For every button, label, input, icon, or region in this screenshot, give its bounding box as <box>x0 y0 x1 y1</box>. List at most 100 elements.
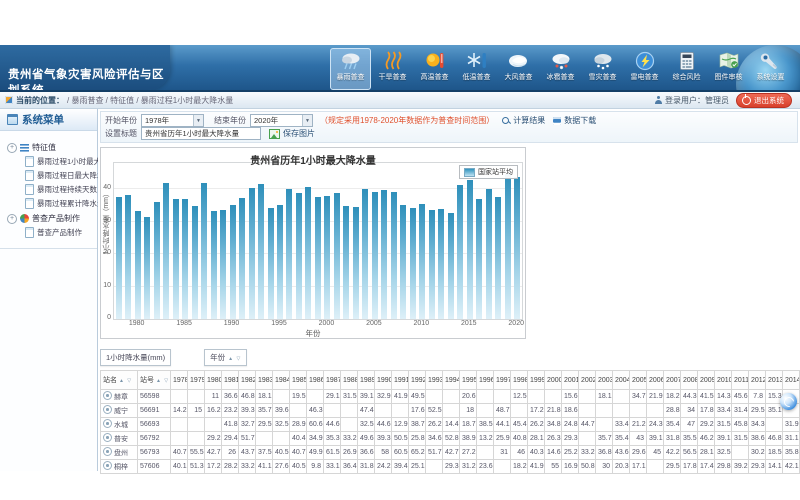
row-expand-icon[interactable] <box>103 433 112 442</box>
start-year-select[interactable]: 1978年 ▼ <box>141 114 204 127</box>
row-expand-icon[interactable] <box>103 419 112 428</box>
tree-leaf-label: 普查产品制作 <box>37 227 82 238</box>
toolbar-item-1[interactable]: 暴雨普查 <box>330 48 371 90</box>
year-column-header[interactable]: 1994 <box>443 371 460 390</box>
value-cell <box>443 404 460 418</box>
year-column-header[interactable]: 1993 <box>426 371 443 390</box>
year-column-header[interactable]: 1981 <box>222 371 239 390</box>
table-row[interactable]: 盘州5679340.755.542.72643.737.540.540.749.… <box>101 446 800 460</box>
toolbar-item-9[interactable]: 综合风险 <box>666 48 707 90</box>
year-column-header[interactable]: 2007 <box>664 371 681 390</box>
value-cell: 44.3 <box>681 390 698 404</box>
user-label: 登录用户：管理员 <box>665 95 729 106</box>
station-name-column-header[interactable]: 站名 <box>101 371 138 390</box>
chart-title-input[interactable] <box>141 127 261 140</box>
year-column-header[interactable]: 1997 <box>494 371 511 390</box>
calculate-button[interactable]: 计算结果 <box>502 115 545 126</box>
sort-arrows-icon[interactable] <box>228 353 241 362</box>
row-expand-icon[interactable] <box>103 461 112 470</box>
year-column-header[interactable]: 1982 <box>239 371 256 390</box>
tree-node[interactable]: +普查产品制作 <box>7 213 95 224</box>
row-expand-icon[interactable] <box>103 405 112 414</box>
table-row[interactable]: 水城5669341.832.729.532.528.960.644.632.54… <box>101 418 800 432</box>
year-column-header[interactable]: 2011 <box>732 371 749 390</box>
floating-widget-icon[interactable] <box>780 393 797 410</box>
table-row[interactable]: 赫章565981136.646.818.119.529.131.539.132.… <box>101 390 800 404</box>
tree-leaf[interactable]: 暴雨过程日最大降水量 <box>25 170 95 181</box>
toolbar-item-8[interactable]: 雷电普查 <box>624 48 665 90</box>
year-column-header[interactable]: 1985 <box>290 371 307 390</box>
value-cell: 21.2 <box>630 418 647 432</box>
value-cell: 46.8 <box>239 390 256 404</box>
year-column-header[interactable]: 2014 <box>783 371 800 390</box>
year-column-header[interactable]: 2005 <box>630 371 647 390</box>
table-row[interactable]: 桐梓5760640.151.317.228.233.241.127.640.59… <box>101 460 800 474</box>
year-column-header[interactable]: 2000 <box>545 371 562 390</box>
table-row[interactable]: 威宁5669114.21516.223.239.335.739.646.347.… <box>101 404 800 418</box>
value-cell: 17.8 <box>681 460 698 474</box>
year-column-header[interactable]: 2009 <box>698 371 715 390</box>
toolbar-item-10[interactable]: 图件审核 <box>708 48 749 90</box>
year-column-header[interactable]: 1998 <box>511 371 528 390</box>
year-column-header[interactable]: 1992 <box>409 371 426 390</box>
row-expand-icon[interactable] <box>103 391 112 400</box>
year-column-header[interactable]: 1983 <box>256 371 273 390</box>
row-expand-icon[interactable] <box>103 447 112 456</box>
year-filter-box[interactable]: 年份 <box>204 349 247 366</box>
year-column-header[interactable]: 1995 <box>460 371 477 390</box>
year-column-header[interactable]: 1990 <box>375 371 392 390</box>
value-cell <box>443 390 460 404</box>
toolbar-item-6[interactable]: 冰雹普查 <box>540 48 581 90</box>
breadcrumb[interactable]: / 暴雨普查 / 特征值 / 暴雨过程1小时最大降水量 <box>67 95 233 106</box>
year-column-header[interactable]: 2003 <box>596 371 613 390</box>
year-column-header[interactable]: 2004 <box>613 371 630 390</box>
expand-icon[interactable]: + <box>7 143 17 153</box>
year-column-header[interactable]: 2012 <box>749 371 766 390</box>
year-column-header[interactable]: 1978 <box>171 371 188 390</box>
save-image-button[interactable]: 保存图片 <box>269 128 315 139</box>
station-id: 56793 <box>138 446 171 460</box>
year-column-header[interactable]: 1996 <box>477 371 494 390</box>
tree-leaf[interactable]: 暴雨过程1小时最大降水量 <box>25 156 95 167</box>
toolbar-item-11[interactable]: 系统设置 <box>750 48 791 90</box>
year-column-header[interactable]: 1986 <box>307 371 324 390</box>
table-row[interactable]: 普安5679229.229.451.740.434.935.333.249.63… <box>101 432 800 446</box>
year-column-header[interactable]: 2001 <box>562 371 579 390</box>
toolbar-item-5[interactable]: 大风普查 <box>498 48 539 90</box>
station-id-header-label: 站号 <box>140 377 154 384</box>
toolbar-item-7[interactable]: 雪灾普查 <box>582 48 623 90</box>
tree-leaf[interactable]: 暴雨过程持续天数 <box>25 184 95 195</box>
expand-icon[interactable]: + <box>7 214 17 224</box>
toolbar-item-4[interactable]: 低温普查 <box>456 48 497 90</box>
year-column-header[interactable]: 1980 <box>205 371 222 390</box>
station-id-column-header[interactable]: 站号 <box>138 371 171 390</box>
toolbar-item-2[interactable]: 干旱普查 <box>372 48 413 90</box>
year-column-header[interactable]: 2008 <box>681 371 698 390</box>
year-column-header[interactable]: 1988 <box>341 371 358 390</box>
year-column-header[interactable]: 2013 <box>766 371 783 390</box>
year-column-header[interactable]: 1999 <box>528 371 545 390</box>
year-column-header[interactable]: 2002 <box>579 371 596 390</box>
end-year-select[interactable]: 2020年 ▼ <box>250 114 313 127</box>
toolbar-item-3[interactable]: 高温普查 <box>414 48 455 90</box>
logout-button[interactable]: 退出系统 <box>736 93 792 108</box>
year-column-header[interactable]: 2010 <box>715 371 732 390</box>
year-column-header[interactable]: 1989 <box>358 371 375 390</box>
download-button[interactable]: 数据下载 <box>553 115 596 126</box>
value-cell <box>426 390 443 404</box>
tree-leaf[interactable]: 普查产品制作 <box>25 227 95 238</box>
tree-node[interactable]: +特征值 <box>7 142 95 153</box>
station-name: 普安 <box>114 436 128 443</box>
measure-filter-box[interactable]: 1小时降水量(mm) <box>100 349 171 366</box>
sort-arrows-icon[interactable] <box>119 377 132 384</box>
year-column-header[interactable]: 1991 <box>392 371 409 390</box>
year-column-header[interactable]: 1984 <box>273 371 290 390</box>
year-column-header[interactable]: 1979 <box>188 371 205 390</box>
sort-arrows-icon[interactable] <box>156 377 169 384</box>
year-column-header[interactable]: 2006 <box>647 371 664 390</box>
bar-1979 <box>125 195 131 319</box>
value-cell: 31.2 <box>460 460 477 474</box>
value-cell: 56.5 <box>681 446 698 460</box>
tree-leaf[interactable]: 暴雨过程累计降水量 <box>25 198 95 209</box>
year-column-header[interactable]: 1987 <box>324 371 341 390</box>
